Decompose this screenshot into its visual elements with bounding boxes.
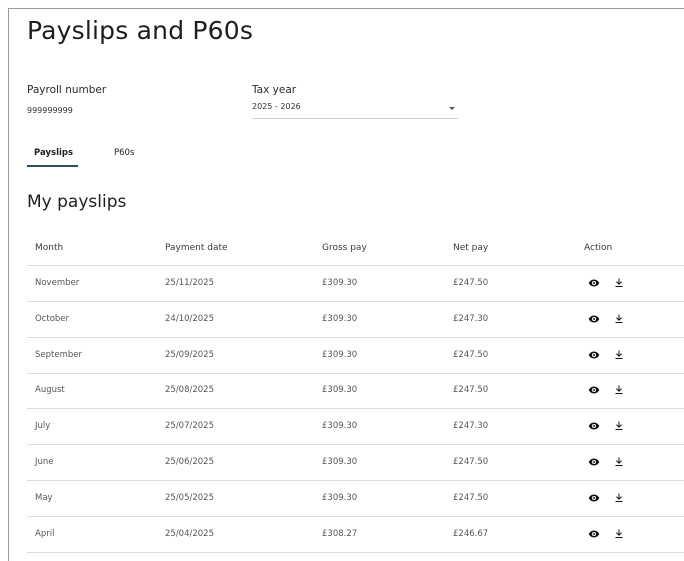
cell-month: October <box>35 313 70 324</box>
cell-gross-pay: £309.30 <box>322 278 358 288</box>
cell-gross-pay: £308.27 <box>322 528 358 539</box>
download-icon[interactable] <box>613 349 625 361</box>
table-row: July 25/07/2025 £309.30 £247.30 <box>27 409 684 446</box>
download-icon[interactable] <box>613 313 625 325</box>
cell-net-pay: £247.30 <box>453 421 489 432</box>
table-row: June 25/06/2025 £309.30 £247.50 <box>27 445 684 481</box>
eye-icon[interactable] <box>588 456 600 468</box>
cell-month: June <box>35 457 54 467</box>
tab-payslips[interactable]: Payslips <box>34 148 73 158</box>
table-row: May 25/05/2025 £309.30 £247.50 <box>27 481 684 517</box>
cell-net-pay: £247.30 <box>453 313 489 324</box>
cell-month: May <box>35 492 53 503</box>
download-icon[interactable] <box>613 456 625 468</box>
tax-year-label: Tax year <box>252 84 297 96</box>
eye-icon[interactable] <box>588 420 600 432</box>
table-row: April 25/04/2025 £308.27 £246.67 <box>27 517 684 553</box>
cell-payment-date: 25/07/2025 <box>165 421 214 432</box>
eye-icon[interactable] <box>588 277 600 289</box>
cell-payment-date: 24/10/2025 <box>165 313 214 324</box>
payroll-number-value: 999999999 <box>27 106 73 115</box>
cell-payment-date: 25/11/2025 <box>165 278 214 288</box>
tax-year-select[interactable]: 2025 - 2026 <box>252 100 458 119</box>
download-icon[interactable] <box>613 384 625 396</box>
tab-p60s[interactable]: P60s <box>114 148 134 158</box>
cell-net-pay: £247.50 <box>453 492 489 503</box>
cell-month: August <box>35 385 65 396</box>
cell-month: November <box>35 278 80 288</box>
table-row: November 25/11/2025 £309.30 £247.50 <box>27 266 684 302</box>
cell-month: July <box>35 421 51 432</box>
eye-icon[interactable] <box>588 528 600 540</box>
eye-icon[interactable] <box>588 349 600 361</box>
column-header-action: Action <box>584 243 613 253</box>
download-icon[interactable] <box>613 492 625 504</box>
cell-payment-date: 25/05/2025 <box>165 492 214 503</box>
cell-gross-pay: £309.30 <box>322 421 358 432</box>
chevron-down-icon <box>449 107 455 110</box>
cell-payment-date: 25/09/2025 <box>165 349 214 360</box>
cell-month: September <box>35 349 82 360</box>
table-row: August 25/08/2025 £309.30 £247.50 <box>27 373 684 410</box>
cell-payment-date: 25/08/2025 <box>165 385 214 396</box>
cell-gross-pay: £309.30 <box>322 385 358 396</box>
eye-icon[interactable] <box>588 384 600 396</box>
cell-month: April <box>35 528 55 539</box>
cell-net-pay: £247.50 <box>453 457 489 467</box>
column-header-gross-pay: Gross pay <box>322 243 367 253</box>
tax-year-selected-value: 2025 - 2026 <box>252 102 301 111</box>
cell-gross-pay: £309.30 <box>322 313 358 324</box>
cell-gross-pay: £309.30 <box>322 492 358 503</box>
column-header-month: Month <box>35 243 64 253</box>
active-tab-indicator <box>27 165 78 167</box>
cell-net-pay: £247.50 <box>453 385 489 396</box>
cell-gross-pay: £309.30 <box>322 457 358 467</box>
cell-net-pay: £247.50 <box>453 349 489 360</box>
download-icon[interactable] <box>613 528 625 540</box>
cell-payment-date: 25/06/2025 <box>165 457 214 467</box>
cell-gross-pay: £309.30 <box>322 349 358 360</box>
cell-net-pay: £246.67 <box>453 528 489 539</box>
download-icon[interactable] <box>613 420 625 432</box>
eye-icon[interactable] <box>588 492 600 504</box>
column-header-payment-date: Payment date <box>165 243 228 253</box>
cell-net-pay: £247.50 <box>453 278 489 288</box>
table-row: October 24/10/2025 £309.30 £247.30 <box>27 302 684 338</box>
cell-payment-date: 25/04/2025 <box>165 528 214 539</box>
table-row: September 25/09/2025 £309.30 £247.50 <box>27 338 684 374</box>
download-icon[interactable] <box>613 277 625 289</box>
page-title: Payslips and P60s <box>27 16 254 45</box>
section-title: My payslips <box>27 192 127 212</box>
payroll-number-label: Payroll number <box>27 84 107 96</box>
eye-icon[interactable] <box>588 313 600 325</box>
column-header-net-pay: Net pay <box>453 243 489 253</box>
